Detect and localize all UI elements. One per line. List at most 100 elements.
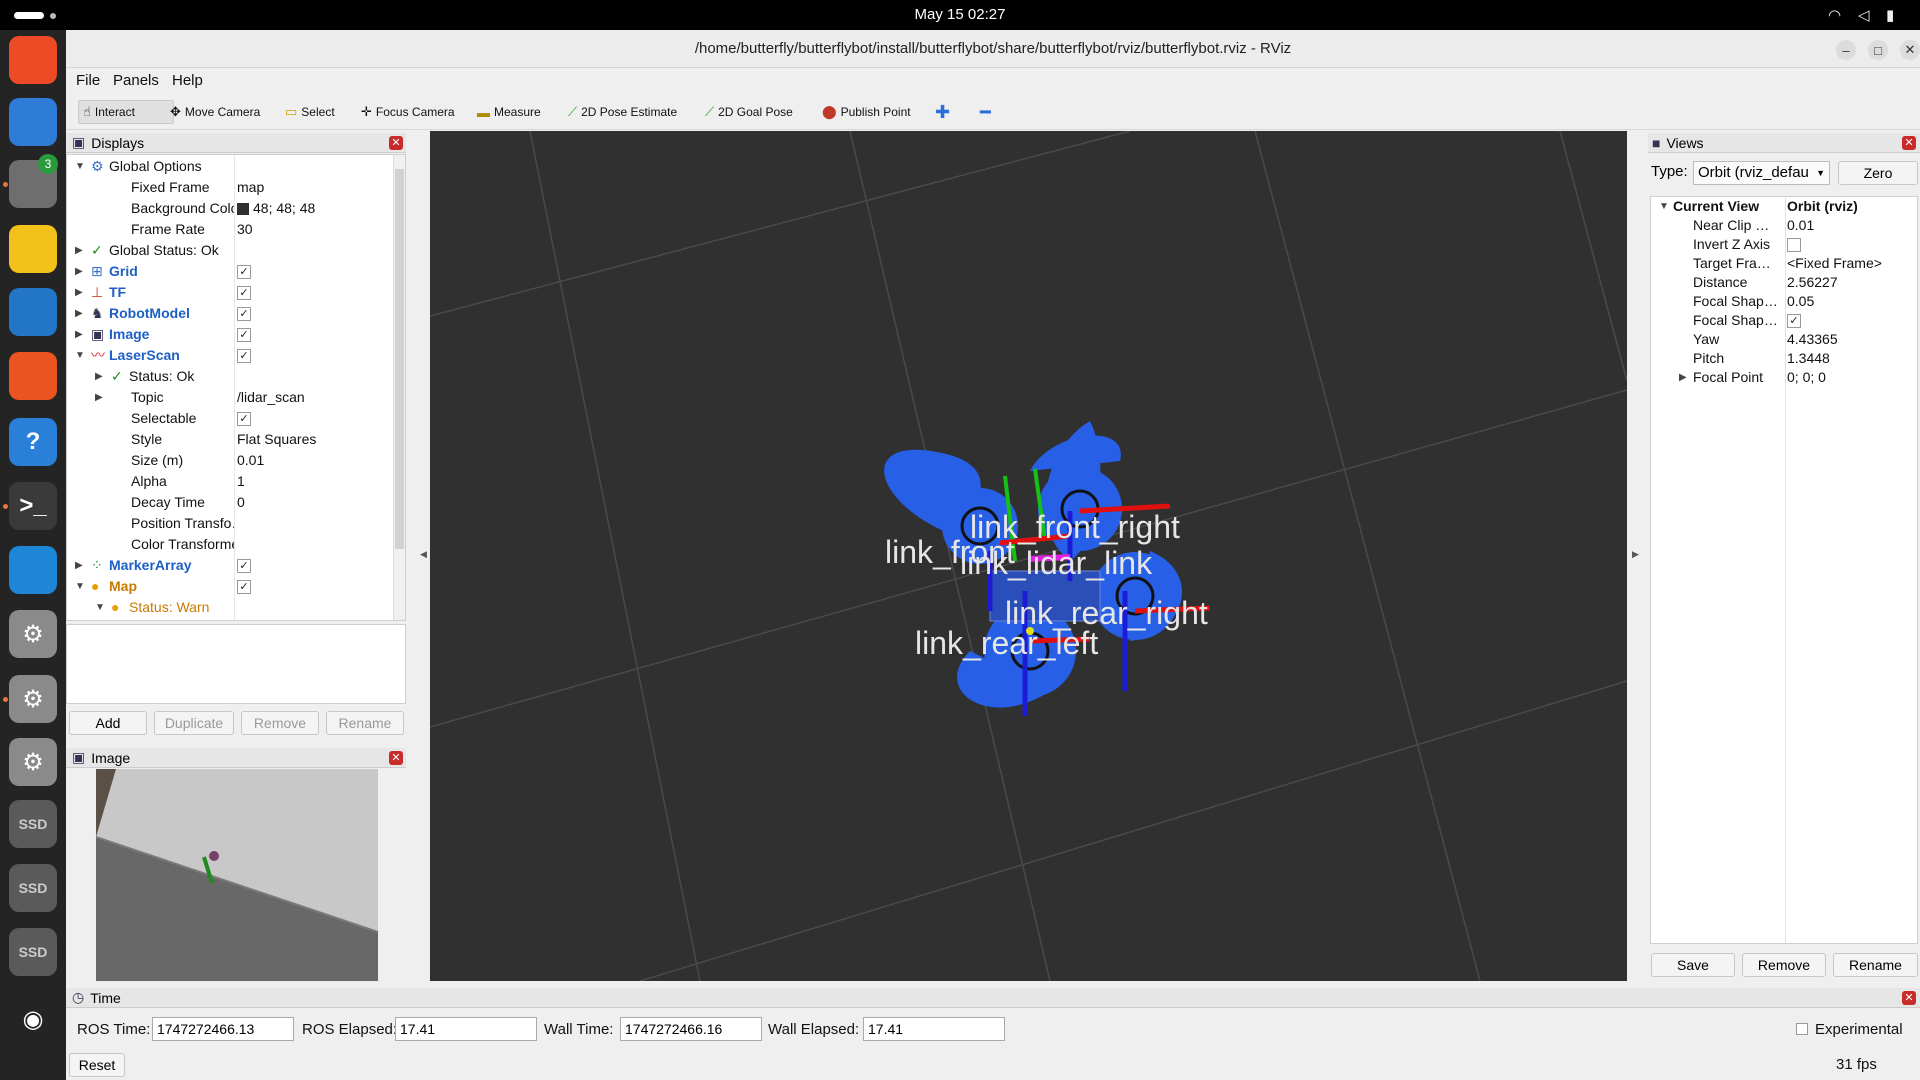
laserscan-display-checkbox[interactable]: ✓ — [237, 345, 251, 366]
publish-point-button[interactable]: ⬤ Publish Point — [818, 100, 915, 124]
map-status-row[interactable]: ▼ ● Status: Warn — [67, 597, 393, 618]
expand-down-icon[interactable]: ▼ — [95, 597, 105, 618]
markerarray-display-checkbox[interactable]: ✓ — [237, 555, 251, 576]
robotmodel-display-checkbox[interactable]: ✓ — [237, 303, 251, 324]
2d-pose-estimate-button[interactable]: ⟋ 2D Pose Estimate — [564, 100, 681, 124]
invert-z-checkbox[interactable] — [1787, 235, 1801, 254]
help-icon[interactable]: ? — [9, 418, 57, 466]
selectable-checkbox[interactable]: ✓ — [237, 408, 251, 429]
title-bar[interactable]: /home/butterfly/butterflybot/install/but… — [66, 30, 1920, 68]
rhythmbox-icon[interactable] — [9, 225, 57, 273]
map-display-row[interactable]: ▼ ● Map ✓ — [67, 576, 393, 597]
laserscan-display-row[interactable]: ▼ 〰 LaserScan ✓ — [67, 345, 393, 366]
robotmodel-display-row[interactable]: ▶ ♞ RobotModel ✓ — [67, 303, 393, 324]
menu-file[interactable]: File — [76, 72, 100, 89]
remove-display-button[interactable]: Remove — [241, 711, 319, 735]
global-options-row[interactable]: ▼ ⚙ Global Options — [67, 156, 393, 177]
add-display-button[interactable]: Add — [69, 711, 147, 735]
expand-down-icon[interactable]: ▼ — [75, 576, 85, 597]
expand-right-icon[interactable]: ▶ — [75, 303, 83, 324]
color-swatch[interactable] — [237, 203, 249, 216]
view-type-select[interactable]: Orbit (rviz_defau ▼ — [1693, 161, 1830, 185]
maximize-button[interactable]: □ — [1868, 40, 1888, 60]
zero-button[interactable]: Zero — [1838, 161, 1918, 185]
3d-viewport[interactable]: link_front_right link_front link_lidar_l… — [430, 131, 1627, 981]
thunderbird-icon[interactable] — [9, 98, 57, 146]
background-color-row[interactable]: Background Color 48; 48; 48 — [67, 198, 393, 219]
right-splitter[interactable]: ▶ — [1627, 131, 1647, 981]
tf-display-checkbox[interactable]: ✓ — [237, 282, 251, 303]
save-view-button[interactable]: Save — [1651, 953, 1735, 977]
ssd-icon-3[interactable]: SSD — [9, 928, 57, 976]
expand-right-icon[interactable]: ▶ — [75, 261, 83, 282]
writer-icon[interactable] — [9, 288, 57, 336]
rename-view-button[interactable]: Rename — [1833, 953, 1918, 977]
2d-goal-pose-button[interactable]: ⟋ 2D Goal Pose — [701, 100, 797, 124]
settings-icon-3[interactable]: ⚙ — [9, 738, 57, 786]
displays-scroll-thumb[interactable] — [395, 169, 404, 549]
displays-close-button[interactable]: ✕ — [389, 135, 403, 150]
close-button[interactable]: ✕ — [1900, 40, 1920, 60]
battery-icon[interactable]: ▮ — [1886, 6, 1894, 24]
selectable-row[interactable]: Selectable ✓ — [67, 408, 393, 429]
app-center-icon[interactable] — [9, 352, 57, 400]
menu-panels[interactable]: Panels — [113, 72, 159, 89]
color-transformer-row[interactable]: Color Transformer — [67, 534, 393, 555]
expand-right-icon[interactable]: ▶ — [75, 555, 83, 576]
image-close-button[interactable]: ✕ — [389, 750, 403, 765]
decay-time-row[interactable]: Decay Time 0 — [67, 492, 393, 513]
remove-view-button[interactable]: Remove — [1742, 953, 1826, 977]
clock[interactable]: May 15 02:27 — [0, 6, 1920, 23]
tf-display-row[interactable]: ▶ ⊥ TF ✓ — [67, 282, 393, 303]
frame-rate-row[interactable]: Frame Rate 30 — [67, 219, 393, 240]
vscode-icon[interactable] — [9, 546, 57, 594]
topic-row[interactable]: ▶ Topic/lidar_scan — [67, 387, 393, 408]
wall-time-field[interactable]: 1747272466.16 — [620, 1017, 762, 1041]
ubuntu-icon[interactable]: ◉ — [9, 995, 57, 1043]
select-button[interactable]: ▭ Select — [281, 100, 339, 124]
brave-icon[interactable] — [9, 36, 57, 84]
experimental-checkbox[interactable] — [1796, 1023, 1808, 1035]
displays-scrollbar[interactable] — [393, 155, 405, 620]
size-row[interactable]: Size (m) 0.01 — [67, 450, 393, 471]
expand-right-icon[interactable]: ▶ — [95, 366, 103, 387]
expand-down-icon[interactable]: ▼ — [75, 156, 85, 177]
focal-shape-checkbox[interactable]: ✓ — [1787, 311, 1801, 330]
alpha-row[interactable]: Alpha 1 — [67, 471, 393, 492]
settings-icon-2[interactable]: ⚙ — [9, 675, 57, 723]
wifi-icon[interactable]: ◠ — [1828, 6, 1841, 24]
position-transformer-row[interactable]: Position Transfo… — [67, 513, 393, 534]
volume-icon[interactable]: ◁ — [1858, 6, 1870, 24]
collapse-right-icon[interactable]: ▶ — [1632, 549, 1639, 560]
grid-display-checkbox[interactable]: ✓ — [237, 261, 251, 282]
remove-tool-icon[interactable]: ━ — [976, 100, 995, 124]
ssd-icon-2[interactable]: SSD — [9, 864, 57, 912]
views-close-button[interactable]: ✕ — [1902, 135, 1916, 150]
minimize-button[interactable]: – — [1836, 40, 1856, 60]
ros-elapsed-field[interactable]: 17.41 — [395, 1017, 537, 1041]
markerarray-display-row[interactable]: ▶ ⁘ MarkerArray ✓ — [67, 555, 393, 576]
expand-down-icon[interactable]: ▼ — [75, 345, 85, 366]
fixed-frame-row[interactable]: Fixed Frame map — [67, 177, 393, 198]
expand-right-icon[interactable]: ▶ — [75, 324, 83, 345]
terminal-icon[interactable]: >_ — [9, 482, 57, 530]
time-close-button[interactable]: ✕ — [1902, 990, 1916, 1005]
move-camera-button[interactable]: ✥ Move Camera — [166, 100, 264, 124]
grid-display-row[interactable]: ▶ ⊞ Grid ✓ — [67, 261, 393, 282]
image-display-row[interactable]: ▶ ▣ Image ✓ — [67, 324, 393, 345]
collapse-left-icon[interactable]: ◀ — [420, 549, 427, 560]
expand-right-icon[interactable]: ▶ — [95, 387, 103, 408]
expand-right-icon[interactable]: ▶ — [75, 240, 83, 261]
image-display-checkbox[interactable]: ✓ — [237, 324, 251, 345]
expand-right-icon[interactable]: ▶ — [75, 282, 83, 303]
measure-button[interactable]: ▬ Measure — [473, 100, 545, 124]
ssd-icon-1[interactable]: SSD — [9, 800, 57, 848]
wall-elapsed-field[interactable]: 17.41 — [863, 1017, 1005, 1041]
reset-button[interactable]: Reset — [69, 1053, 125, 1077]
left-splitter[interactable]: ◀ — [406, 131, 430, 981]
rename-display-button[interactable]: Rename — [326, 711, 404, 735]
menu-help[interactable]: Help — [172, 72, 203, 89]
map-display-checkbox[interactable]: ✓ — [237, 576, 251, 597]
focus-camera-button[interactable]: ✛ Focus Camera — [357, 100, 459, 124]
interact-tool-button[interactable]: ☝ Interact — [78, 100, 174, 124]
